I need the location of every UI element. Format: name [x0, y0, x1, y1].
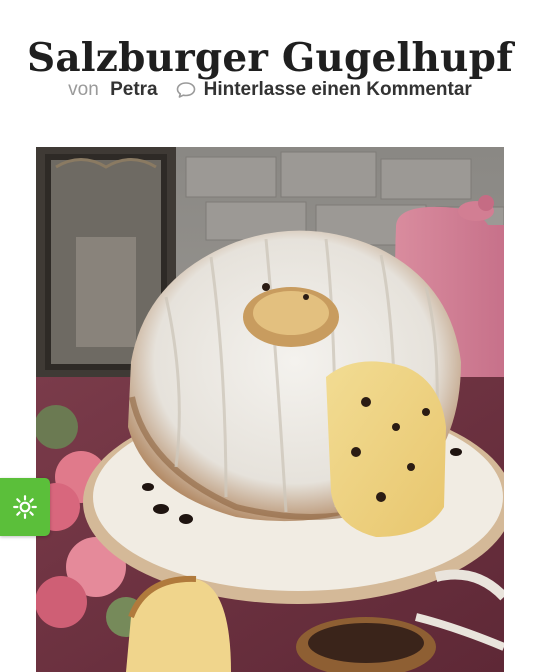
comment-link[interactable]: Hinterlasse einen Kommentar: [176, 79, 472, 101]
byline: von Petra: [68, 79, 157, 101]
settings-button[interactable]: [0, 478, 50, 536]
by-label: von: [68, 79, 99, 100]
gear-icon: [12, 494, 38, 520]
comment-link-label: Hinterlasse einen Kommentar: [203, 79, 472, 100]
speech-bubble-icon: [176, 81, 196, 99]
author-link[interactable]: Petra: [110, 79, 158, 100]
featured-image-gugelhupf[interactable]: [36, 147, 504, 672]
post-meta: von Petra Hinterlasse einen Kommentar: [0, 76, 540, 104]
